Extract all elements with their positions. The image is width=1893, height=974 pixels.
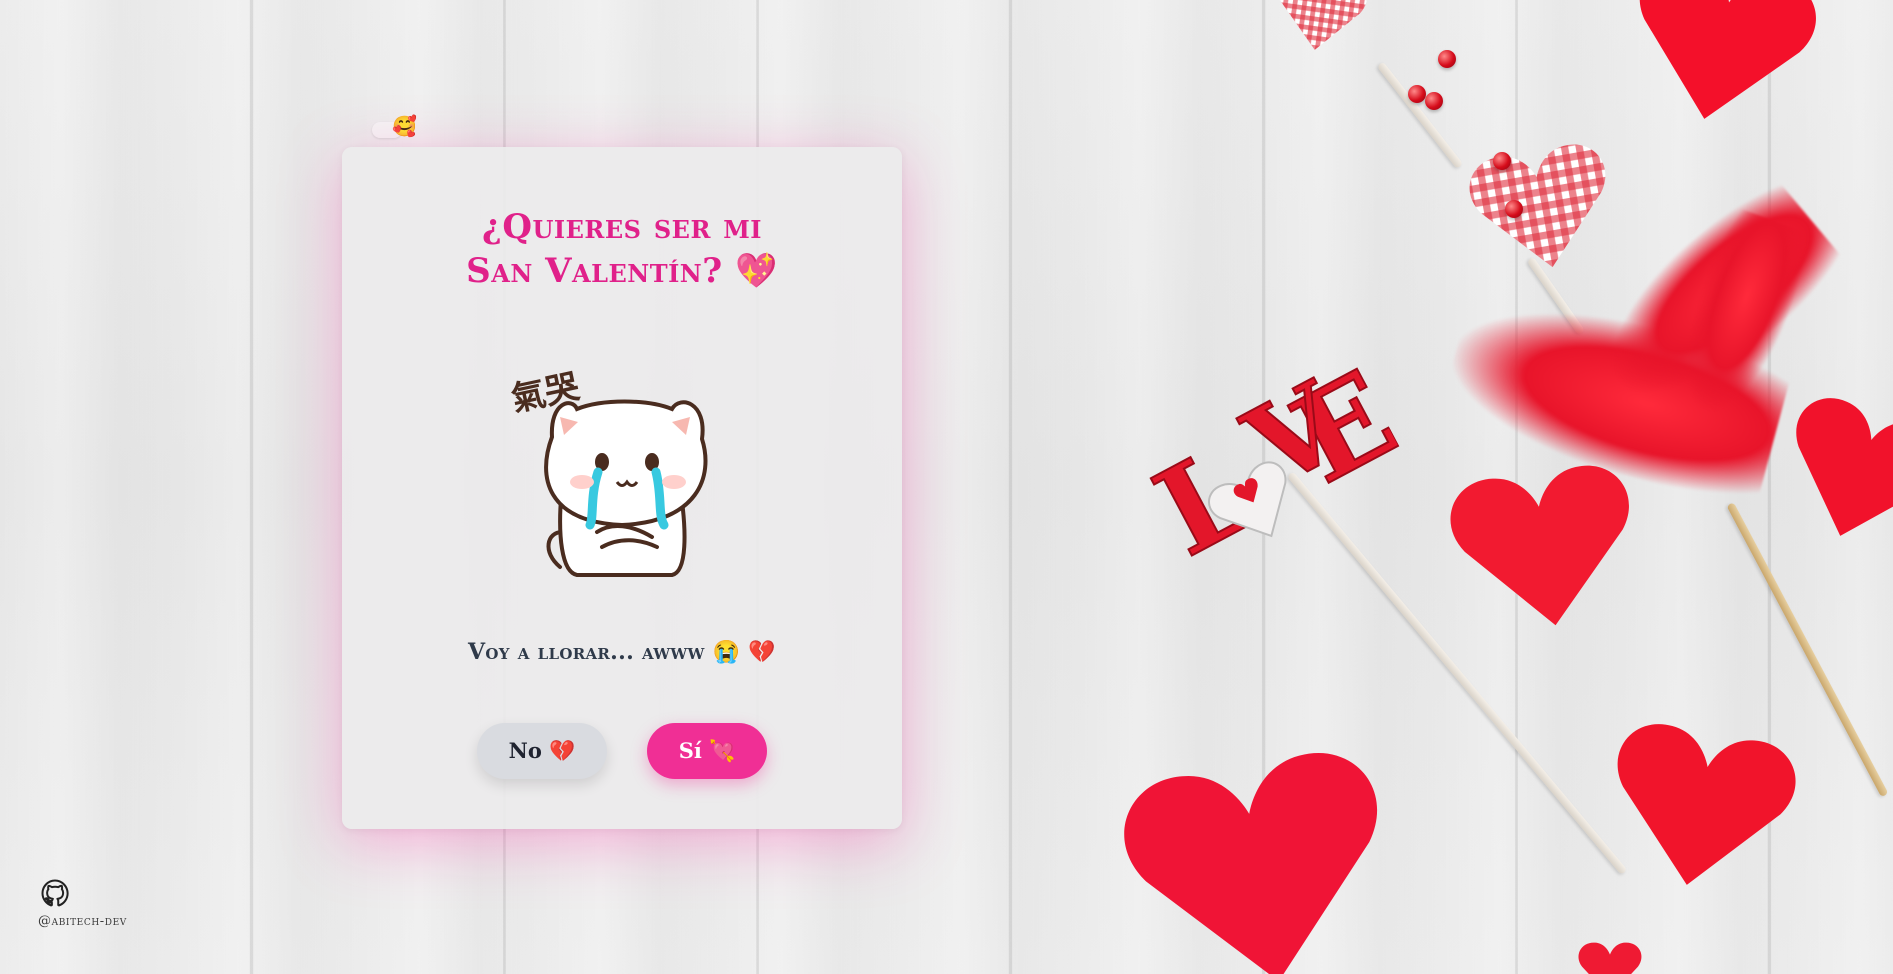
gingham-heart-decoration: [1240, 0, 1400, 65]
love-sign-decoration: L E V: [1117, 331, 1419, 590]
bead-decoration: [1425, 92, 1443, 110]
crying-cat-sticker: 氣哭: [502, 347, 742, 587]
bead-decoration: [1505, 200, 1523, 218]
bead-decoration: [1408, 85, 1426, 103]
card-title: ¿Quieres ser mi San Valentín? 💖: [342, 205, 902, 293]
no-button[interactable]: No 💔: [477, 723, 607, 779]
valentine-card: ¿Quieres ser mi San Valentín? 💖 氣哭 Voy a…: [342, 147, 902, 829]
github-icon[interactable]: [40, 878, 70, 908]
heart-decoration: [1590, 700, 1810, 920]
author-credit[interactable]: @abitech-dev: [38, 878, 178, 929]
title-line-2: San Valentín? 💖: [466, 251, 778, 291]
heart-decoration: [1105, 728, 1414, 974]
title-line-1: ¿Quieres ser mi: [481, 207, 763, 247]
bead-decoration: [1438, 50, 1456, 68]
bead-decoration: [1493, 152, 1511, 170]
heart-decoration: [1605, 0, 1836, 149]
smiling-face-hearts-icon: 🥰: [392, 114, 417, 138]
stick-decoration: [1376, 61, 1464, 169]
yes-button[interactable]: Sí 💘: [647, 723, 767, 779]
heart-decoration: [1555, 940, 1665, 974]
author-handle[interactable]: @abitech-dev: [38, 914, 178, 929]
card-message: Voy a llorar... awww 😭 💔: [468, 639, 776, 665]
sticker-decoration: 🥰: [372, 112, 422, 140]
